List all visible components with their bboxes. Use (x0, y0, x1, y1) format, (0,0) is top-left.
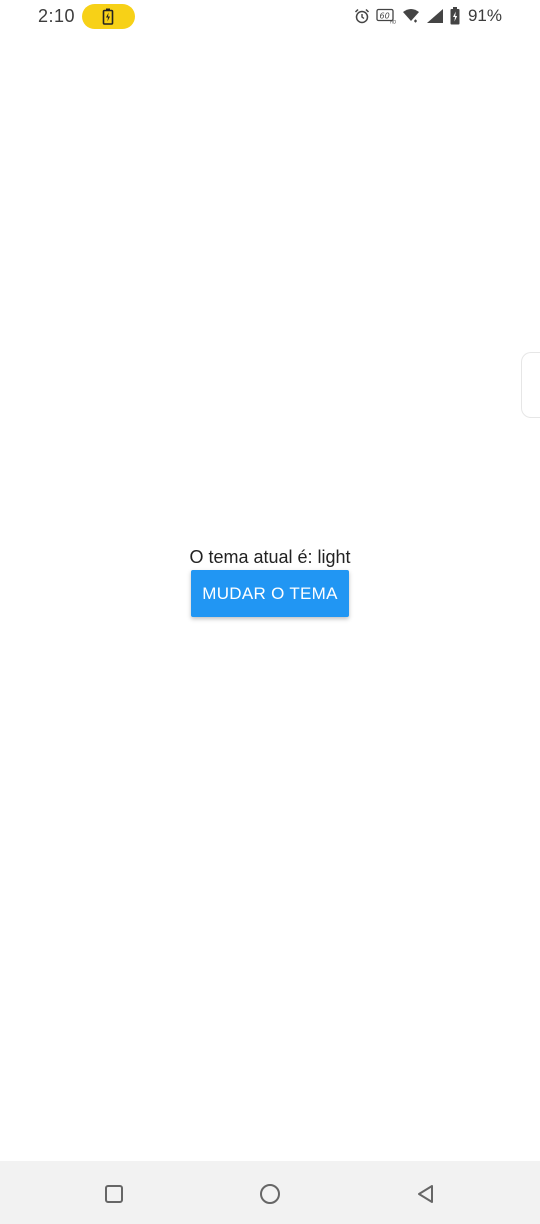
battery-icon (450, 7, 460, 25)
status-bar: 2:10 60 HD 91% (0, 0, 540, 34)
hd-voice-icon: 60 HD (376, 8, 396, 24)
status-time: 2:10 (38, 6, 76, 26)
home-circle-icon[interactable] (255, 1179, 285, 1209)
battery-percentage: 91% (467, 6, 502, 25)
app-screen: 2:10 60 HD 91% O tema atual é: light MUD… (0, 0, 540, 1224)
current-theme-label: O tema atual é: light (189, 547, 351, 567)
status-icons: 60 HD 91% (354, 5, 502, 27)
recents-square-icon[interactable] (99, 1179, 129, 1209)
charging-indicator-pill (82, 4, 135, 29)
change-theme-button[interactable]: MUDAR O TEMA (191, 570, 349, 617)
svg-text:60: 60 (379, 12, 389, 21)
alarm-icon (354, 8, 370, 24)
wifi-icon (402, 8, 420, 24)
edge-panel-handle[interactable] (521, 352, 540, 418)
back-triangle-icon[interactable] (411, 1179, 441, 1209)
battery-charging-icon (102, 8, 114, 25)
navigation-bar (0, 1161, 540, 1224)
cell-signal-icon (426, 8, 444, 24)
svg-text:HD: HD (390, 20, 396, 25)
